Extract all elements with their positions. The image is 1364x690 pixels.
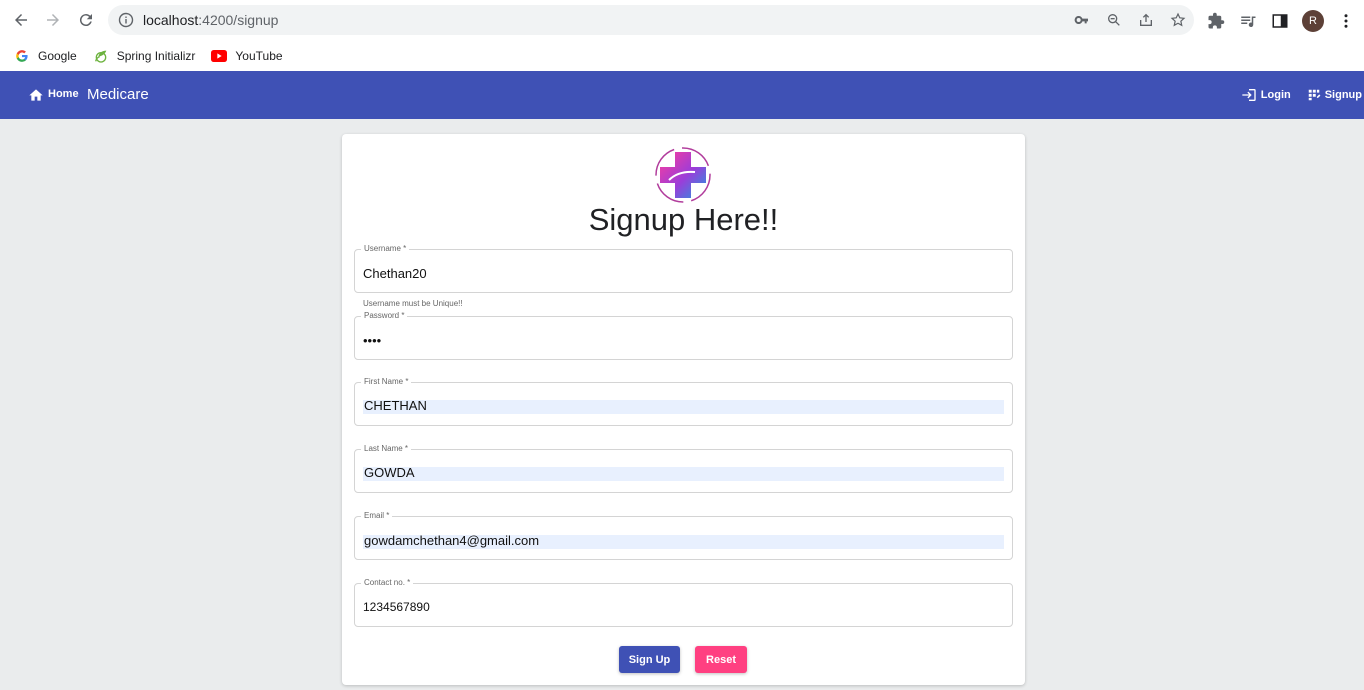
page-title: Signup Here!! [588,202,779,237]
lastname-input[interactable]: GOWDA [363,465,1004,481]
google-icon [14,48,30,64]
forward-icon[interactable] [41,8,65,32]
password-field[interactable]: Password * •••• [354,311,1013,360]
username-field[interactable]: Username * Chethan20 [354,244,1013,293]
firstname-field[interactable]: First Name * CHETHAN [354,377,1013,426]
url-text: localhost:4200/signup [143,12,279,28]
share-icon[interactable] [1136,10,1156,30]
bookmark-spring[interactable]: Spring Initializr [93,48,195,64]
medicare-logo [655,147,711,203]
site-info-icon[interactable] [118,12,134,28]
nav-login-link[interactable]: Login [1241,87,1291,103]
contact-field[interactable]: Contact no. * 1234567890 [354,578,1013,627]
email-input[interactable]: gowdamchethan4@gmail.com [363,533,1004,549]
login-icon [1242,89,1256,101]
youtube-icon [211,48,228,64]
password-input[interactable]: •••• [363,333,381,348]
side-panel-icon[interactable] [1270,11,1290,31]
reset-button[interactable]: Reset [695,646,747,673]
address-bar[interactable]: localhost:4200/signup [108,5,1194,35]
zoom-icon[interactable] [1104,10,1124,30]
lastname-field[interactable]: Last Name * GOWDA [354,444,1013,493]
browser-toolbar: localhost:4200/signup R [0,0,1364,40]
app-navbar: Home Medicare Login Signup [0,71,1364,119]
media-icon[interactable] [1238,11,1258,31]
back-icon[interactable] [9,8,33,32]
bookmark-google[interactable]: Google [14,48,77,64]
menu-dots-icon[interactable] [1336,11,1356,31]
browser-chrome: localhost:4200/signup R Google Spring In… [0,0,1364,71]
profile-avatar[interactable]: R [1302,10,1324,32]
nav-signup-link[interactable]: Signup [1307,87,1362,103]
nav-home-link[interactable]: Home [28,87,79,101]
firstname-input[interactable]: CHETHAN [363,398,1004,414]
brand-name[interactable]: Medicare [87,86,149,103]
contact-input[interactable]: 1234567890 [363,600,430,614]
signup-submit-button[interactable]: Sign Up [619,646,680,673]
bookmark-youtube[interactable]: YouTube [211,48,283,64]
email-field[interactable]: Email * gowdamchethan4@gmail.com [354,511,1013,560]
home-icon [29,89,43,101]
extensions-icon[interactable] [1206,11,1226,31]
bookmarks-bar: Google Spring Initializr YouTube [0,40,1364,71]
username-input[interactable]: Chethan20 [363,266,427,281]
signup-icon [1308,89,1321,101]
username-hint: Username must be Unique!! [363,299,463,308]
signup-card: Signup Here!! Username * Chethan20 Usern… [342,134,1025,685]
key-icon[interactable] [1072,10,1092,30]
spring-icon [93,48,109,64]
reload-icon[interactable] [74,8,98,32]
bookmark-star-icon[interactable] [1168,10,1188,30]
